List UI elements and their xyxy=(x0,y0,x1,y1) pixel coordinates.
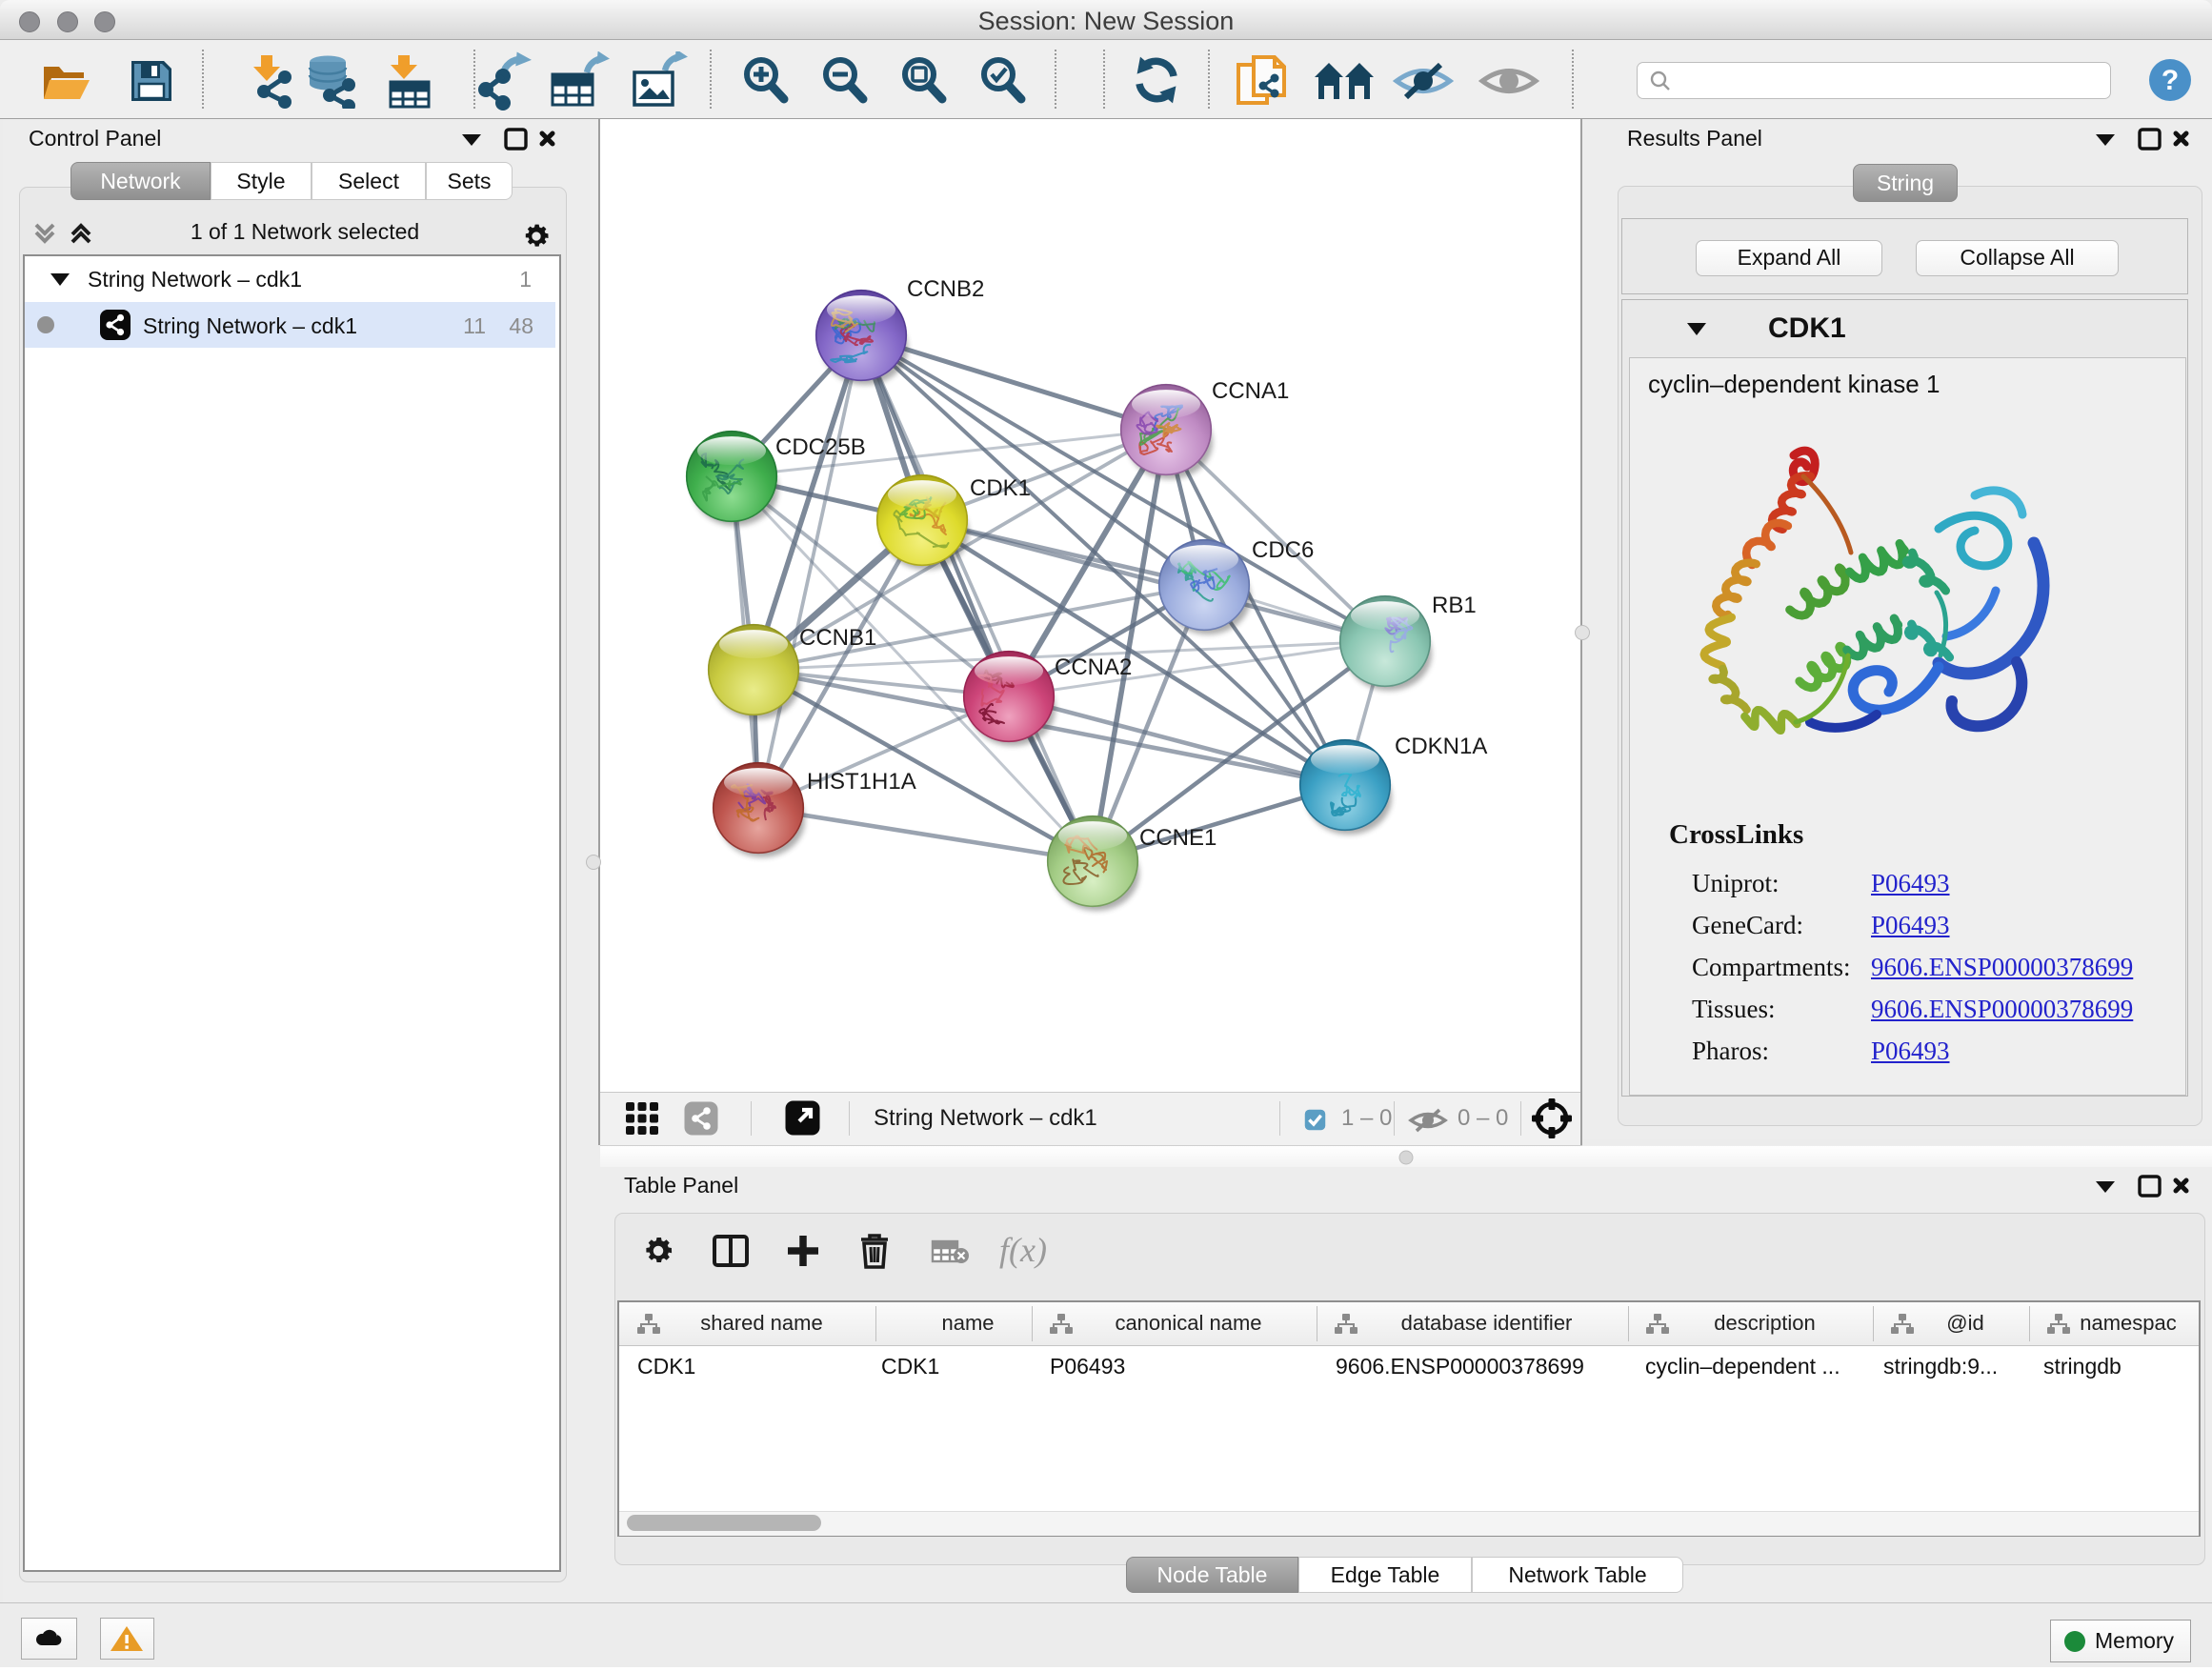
svg-text:CCNB1: CCNB1 xyxy=(799,625,876,651)
svg-text:CDKN1A: CDKN1A xyxy=(1395,734,1487,759)
svg-text:RB1: RB1 xyxy=(1432,593,1477,618)
svg-text:CCNA1: CCNA1 xyxy=(1212,378,1289,404)
svg-text:CCNA2: CCNA2 xyxy=(1055,654,1132,680)
svg-text:CCNB2: CCNB2 xyxy=(907,276,984,302)
svg-text:CCNE1: CCNE1 xyxy=(1139,825,1217,851)
svg-text:CDC25B: CDC25B xyxy=(775,434,866,460)
svg-text:?: ? xyxy=(2162,65,2179,96)
svg-text:HIST1H1A: HIST1H1A xyxy=(807,769,916,795)
svg-text:CDK1: CDK1 xyxy=(970,475,1031,501)
svg-text:CDC6: CDC6 xyxy=(1252,537,1314,563)
